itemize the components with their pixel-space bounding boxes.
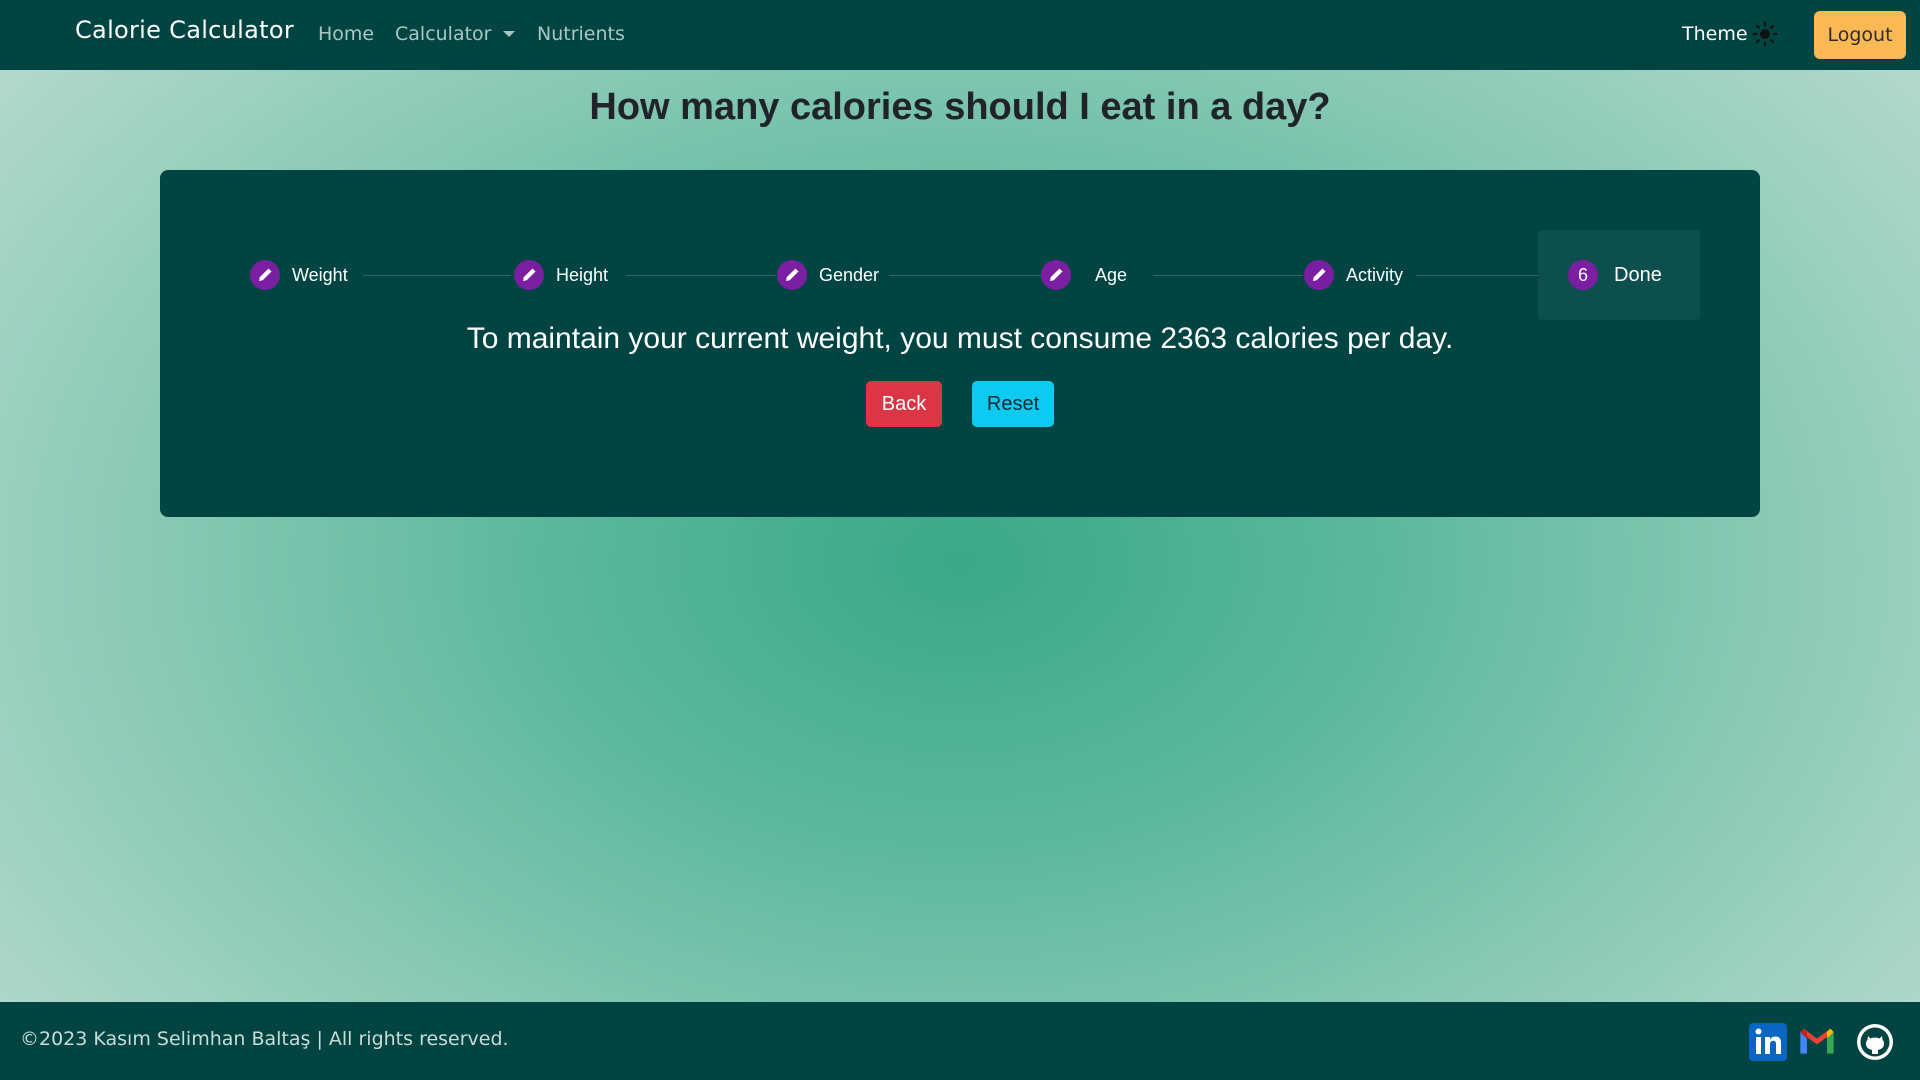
- step-activity[interactable]: Activity: [1290, 230, 1403, 320]
- nav-home-link[interactable]: Home: [318, 23, 374, 45]
- step-label: Activity: [1346, 264, 1404, 285]
- nav-calculator-dropdown[interactable]: Calculator: [395, 23, 516, 45]
- step-connector: [626, 275, 776, 276]
- brand-title[interactable]: Calorie Calculator: [75, 16, 294, 44]
- step-label: Age: [1095, 264, 1128, 285]
- pencil-icon: [1304, 260, 1334, 290]
- pencil-icon: [777, 260, 807, 290]
- theme-label: Theme: [1682, 23, 1748, 45]
- pencil-icon: [514, 260, 544, 290]
- step-label: Weight: [292, 264, 348, 285]
- linkedin-icon[interactable]: [1748, 1022, 1788, 1062]
- calculator-card: Weight Height Gender Age Activity 6 Done…: [160, 170, 1760, 517]
- step-label: Done: [1614, 263, 1662, 286]
- navbar: Calorie Calculator Home Calculator Nutri…: [0, 0, 1920, 70]
- step-connector: [1153, 275, 1303, 276]
- step-label: Gender: [819, 264, 880, 285]
- nav-calculator-label: Calculator: [395, 23, 492, 45]
- gmail-icon[interactable]: [1797, 1022, 1837, 1062]
- result-text: To maintain your current weight, you mus…: [466, 322, 1454, 355]
- logout-button[interactable]: Logout: [1814, 11, 1906, 59]
- stepper: Weight Height Gender Age Activity 6 Done: [160, 230, 1760, 320]
- step-connector: [889, 275, 1041, 276]
- copyright-text: ©2023 Kasım Selimhan Baltaş | All rights…: [20, 1028, 509, 1050]
- step-gender[interactable]: Gender: [763, 230, 879, 320]
- step-label: Height: [556, 264, 609, 285]
- step-weight[interactable]: Weight: [236, 230, 348, 320]
- back-button[interactable]: Back: [866, 381, 942, 427]
- sun-icon: [1752, 21, 1778, 47]
- step-height[interactable]: Height: [500, 230, 608, 320]
- pencil-icon: [250, 260, 280, 290]
- theme-toggle[interactable]: Theme: [1682, 21, 1778, 47]
- step-done[interactable]: 6 Done: [1538, 230, 1700, 320]
- reset-button[interactable]: Reset: [972, 381, 1054, 427]
- github-icon[interactable]: [1855, 1022, 1895, 1062]
- page-title: How many calories should I eat in a day?: [589, 86, 1331, 128]
- chevron-down-icon: [503, 31, 516, 37]
- step-age[interactable]: Age: [1027, 230, 1127, 320]
- pencil-icon: [1041, 260, 1071, 290]
- footer: ©2023 Kasım Selimhan Baltaş | All rights…: [0, 1002, 1920, 1080]
- step-connector: [363, 275, 511, 276]
- nav-nutrients-link[interactable]: Nutrients: [537, 23, 625, 45]
- step-number: 6: [1568, 260, 1598, 290]
